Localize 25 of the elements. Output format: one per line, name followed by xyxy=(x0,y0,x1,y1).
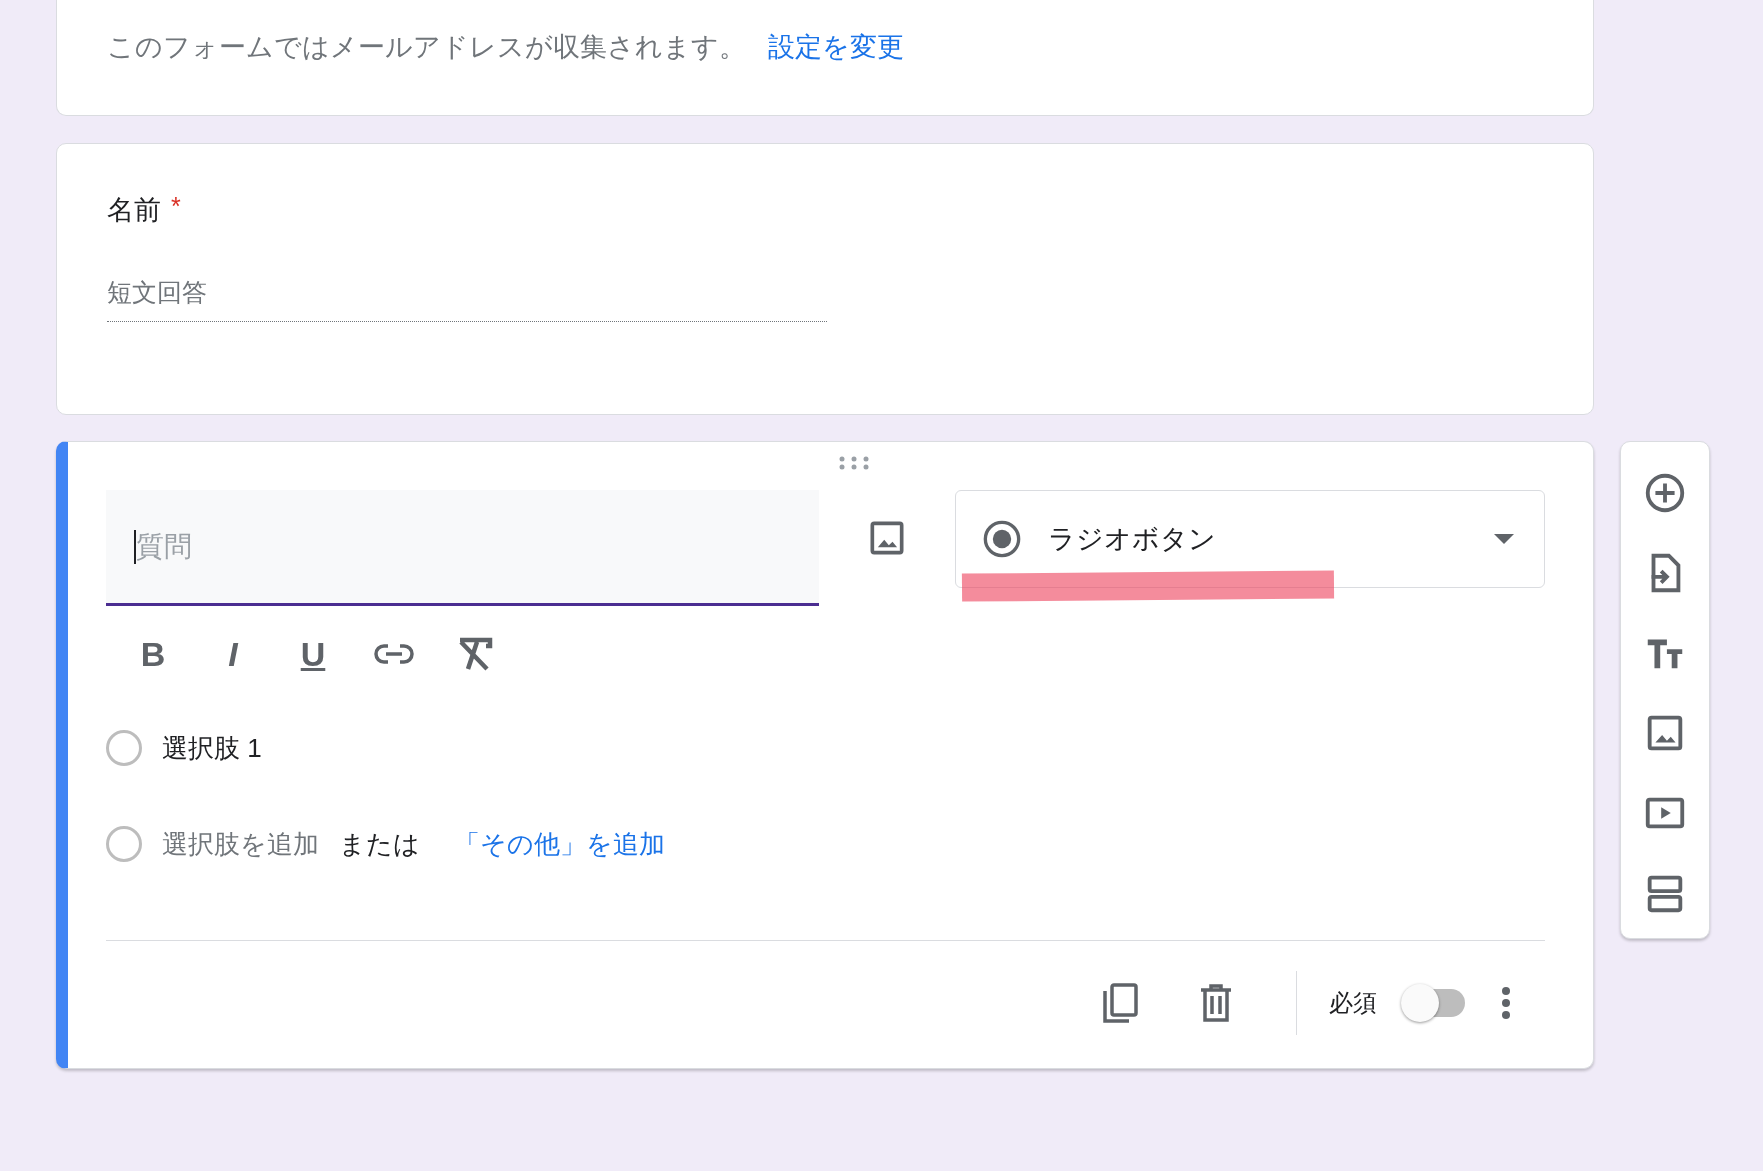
question-title: 名前 xyxy=(107,194,161,227)
radio-selected-icon xyxy=(982,519,1023,559)
option-label[interactable]: 選択肢 1 xyxy=(162,730,262,766)
copy-icon[interactable] xyxy=(1102,983,1138,1023)
radio-circle-icon xyxy=(106,730,142,766)
email-notice-text: このフォームではメールアドレスが収集されます。 xyxy=(107,30,746,64)
required-asterisk: * xyxy=(171,192,181,221)
dropdown-caret-icon xyxy=(1494,534,1514,544)
short-answer-field: 短文回答 xyxy=(107,276,827,322)
italic-button[interactable]: I xyxy=(214,634,252,674)
underline-button[interactable]: U xyxy=(294,634,332,674)
clear-formatting-icon[interactable] xyxy=(456,637,494,671)
change-settings-link[interactable]: 設定を変更 xyxy=(768,28,904,65)
required-label: 必須 xyxy=(1329,988,1377,1018)
trash-icon[interactable] xyxy=(1200,984,1232,1022)
bold-button[interactable]: B xyxy=(134,634,172,674)
more-options-icon[interactable] xyxy=(1501,987,1511,1019)
link-icon[interactable] xyxy=(374,643,414,665)
add-other-link[interactable]: 「その他」を追加 xyxy=(454,826,665,862)
radio-circle-icon xyxy=(106,826,142,862)
required-toggle[interactable] xyxy=(1401,984,1465,1022)
add-option-field[interactable]: 選択肢を追加 xyxy=(162,826,319,862)
drag-handle-icon[interactable] xyxy=(838,456,869,470)
or-text: または xyxy=(339,827,420,861)
question-type-dropdown[interactable]: ラジオボタン xyxy=(955,490,1545,588)
